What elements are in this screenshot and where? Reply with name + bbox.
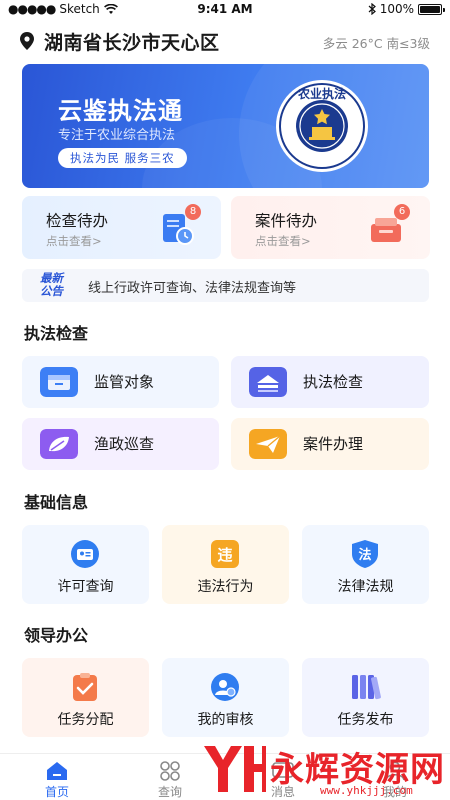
law-shield-icon: 法 [352,540,378,568]
violation-icon: 违 [211,540,239,568]
banner-subtitle: 专注于农业综合执法 [58,128,176,143]
announcement-label: 最新 公告 [40,271,63,298]
scan-icon [249,367,287,397]
bluetooth-icon [368,3,376,15]
svg-text:法: 法 [358,547,371,563]
case-handling-tile[interactable]: 案件办理 [231,418,429,470]
leaf-icon [40,429,78,459]
enforcement-section-title: 执法检查 [24,324,89,343]
svg-text:违: 违 [217,546,232,564]
case-handling-label: 案件办理 [303,435,364,453]
status-bar: ●●●●● Sketch 9:41 AM 100% [0,0,450,20]
battery-icon [418,3,445,15]
banner-tagline: 执法为民 服务三农 [58,148,187,168]
fishery-patrol-tile[interactable]: 渔政巡查 [22,418,219,470]
law-inspection-tile[interactable]: 执法检查 [231,356,429,408]
hero-banner[interactable]: 云鉴执法通 专注于农业综合执法 执法为民 服务三农 农业执法 [22,64,429,188]
weather-info: 多云 26°C 南≤3级 [322,36,430,51]
site-watermark: 永辉资源网 www.yhkjjj.com [196,738,446,800]
case-todo-count: 6 [394,204,410,220]
fishery-patrol-label: 渔政巡查 [94,435,155,453]
location-pin-icon[interactable] [20,32,34,50]
archive-icon [40,367,78,397]
send-icon [249,429,287,459]
announcement-bar[interactable]: 最新 公告 线上行政许可查询、法律法规查询等 [22,269,429,302]
battery-percent: 100% [379,2,414,16]
leader-office-section-title: 领导办公 [24,626,89,645]
inspection-todo-card[interactable]: 检查待办 点击查看> 8 [22,196,221,259]
law-inspection-label: 执法检查 [303,373,364,391]
task-publish-label: 任务发布 [337,712,394,728]
supervision-target-tile[interactable]: 监管对象 [22,356,219,408]
case-todo-link[interactable]: 点击查看> [255,233,311,249]
announcement-text: 线上行政许可查询、法律法规查询等 [88,281,297,296]
agriculture-law-emblem-icon: 农业执法 [276,80,368,172]
id-card-icon [71,540,99,568]
case-todo-title: 案件待办 [255,212,318,230]
home-icon [47,762,67,780]
case-todo-card[interactable]: 案件待办 点击查看> 6 [231,196,430,259]
license-query-card[interactable]: 许可查询 [22,525,149,604]
books-icon [352,675,381,700]
basic-info-section-title: 基础信息 [24,493,89,512]
watermark-logo-icon [204,746,266,792]
watermark-url: www.yhkjjj.com [320,784,413,797]
supervision-target-label: 监管对象 [94,373,155,391]
task-publish-card[interactable]: 任务发布 [302,658,429,737]
inspection-todo-count: 8 [185,204,201,220]
svg-text:农业执法: 农业执法 [297,86,346,101]
location-name[interactable]: 湖南省长沙市天心区 [44,28,220,55]
my-review-card[interactable]: 我的审核 [162,658,289,737]
license-query-label: 许可查询 [57,579,114,595]
task-assignment-label: 任务分配 [57,712,114,728]
tab-home[interactable]: 首页 [12,754,102,800]
status-right: 100% [368,2,445,16]
clipboard-check-icon [73,673,97,701]
violation-behavior-card[interactable]: 违 违法行为 [162,525,289,604]
violation-behavior-label: 违法行为 [197,579,254,595]
user-review-icon [211,673,239,701]
tab-home-label: 首页 [44,785,69,799]
inspection-todo-title: 检查待办 [46,212,109,230]
location-header: 湖南省长沙市天心区 多云 26°C 南≤3级 [0,26,450,54]
grid-icon [160,761,180,781]
inspection-todo-link[interactable]: 点击查看> [46,233,102,249]
my-review-label: 我的审核 [197,712,254,728]
task-assignment-card[interactable]: 任务分配 [22,658,149,737]
banner-title: 云鉴执法通 [58,97,183,125]
laws-regulations-label: 法律法规 [337,579,394,595]
laws-regulations-card[interactable]: 法 法律法规 [302,525,429,604]
